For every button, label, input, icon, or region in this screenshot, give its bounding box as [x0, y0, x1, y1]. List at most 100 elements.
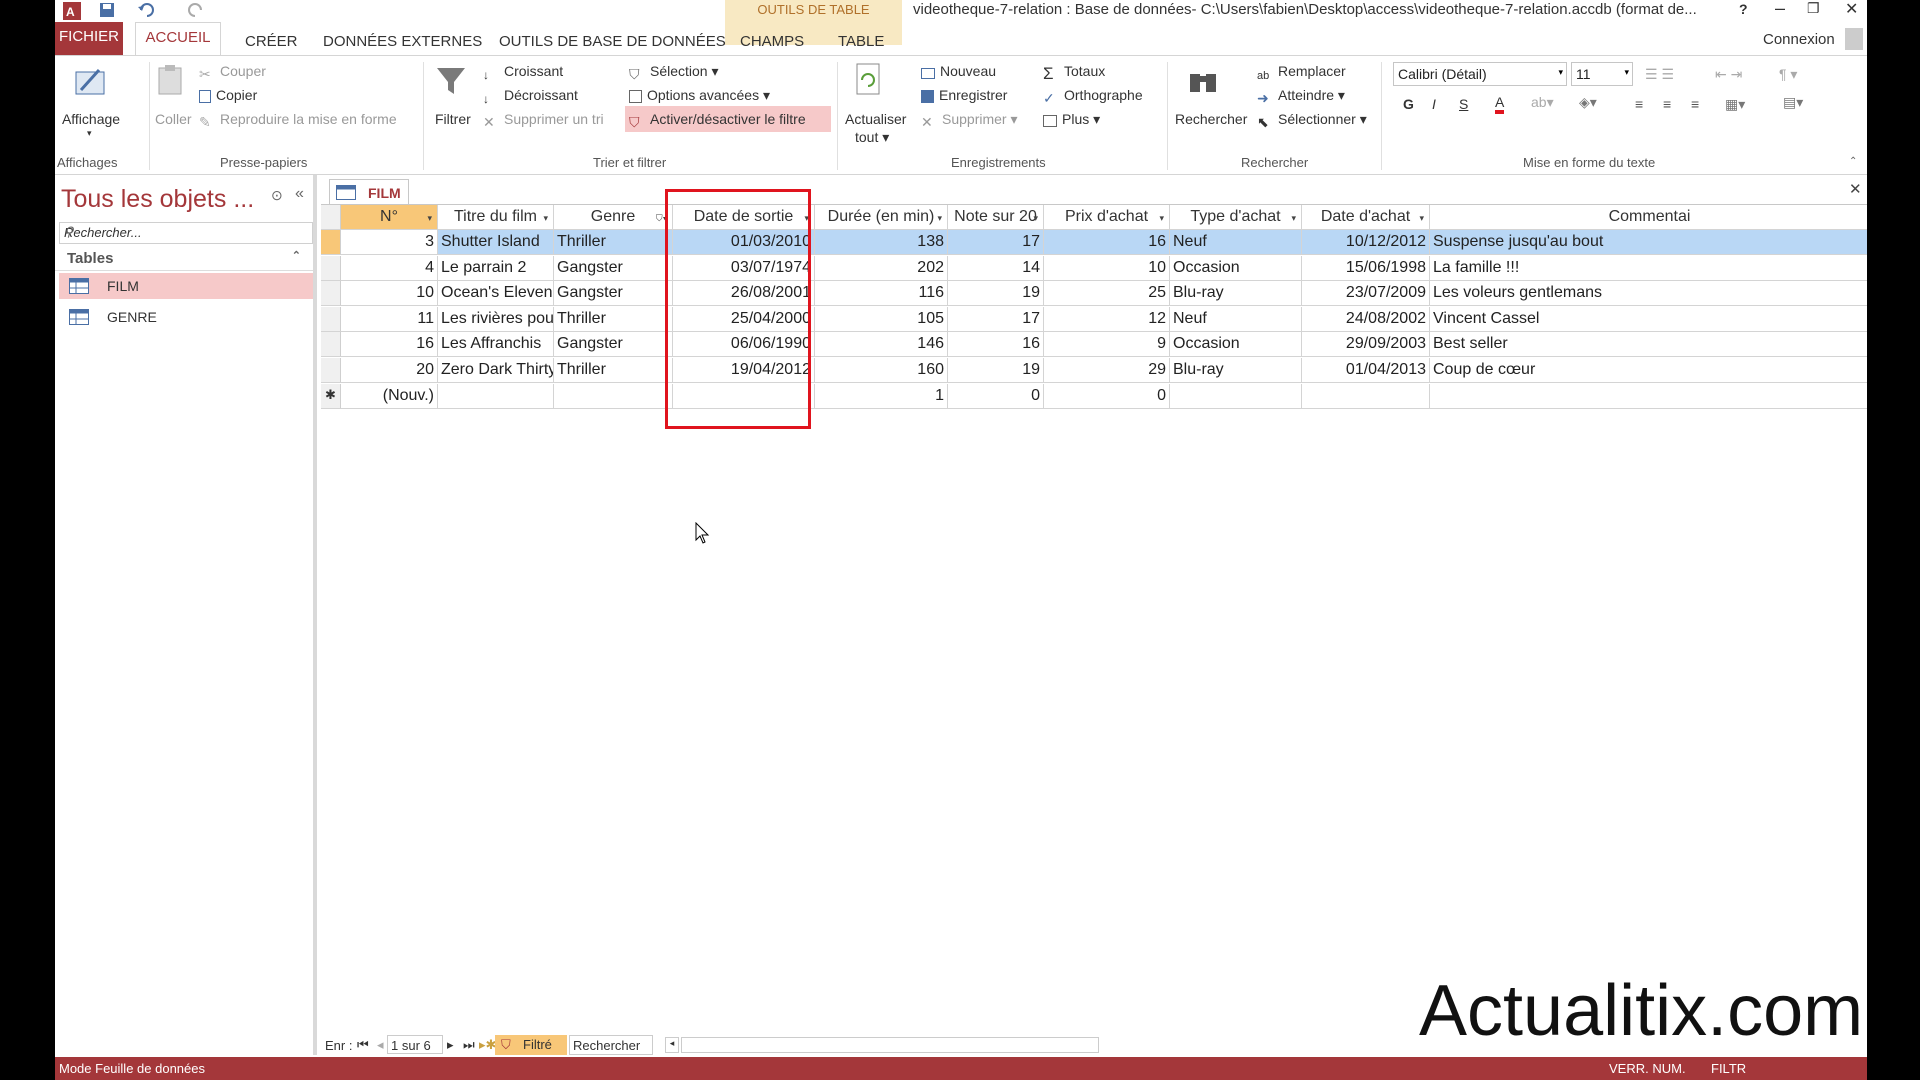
row-selector[interactable] — [321, 255, 341, 281]
record-position-input[interactable]: 1 sur 6 — [387, 1035, 443, 1054]
table-cell[interactable]: Blu-ray — [1170, 281, 1302, 307]
table-cell[interactable]: Ocean's Eleven — [438, 281, 554, 307]
undo-icon[interactable] — [137, 2, 155, 18]
nav-title[interactable]: Tous les objets ... — [61, 185, 254, 214]
bullets-icon[interactable]: ☰ ☰ — [1645, 66, 1674, 83]
enregistrer-button[interactable]: Enregistrer — [921, 87, 1007, 103]
table-cell[interactable]: 1 — [815, 383, 948, 409]
minimize-button[interactable]: – — [1775, 0, 1785, 19]
table-cell[interactable]: Gangster — [554, 332, 673, 358]
collapse-section-icon[interactable]: ⌃ — [292, 249, 301, 262]
column-dropdown-icon[interactable]: ▾ — [1419, 206, 1424, 229]
column-dropdown-icon[interactable]: ▾ — [427, 206, 432, 229]
table-cell[interactable]: Les Affranchis — [438, 332, 554, 358]
column-header[interactable]: Prix d'achat ▾ — [1044, 205, 1170, 230]
column-header[interactable]: Date d'achat ▾ — [1302, 205, 1430, 230]
first-record-icon[interactable]: ⏮ — [357, 1037, 369, 1053]
row-selector[interactable] — [321, 230, 341, 255]
italic-button[interactable]: I — [1432, 96, 1436, 112]
column-dropdown-icon[interactable]: ▾ — [1159, 206, 1164, 229]
supprimer-tri-button[interactable]: ✕ Supprimer un tri — [483, 111, 604, 130]
row-selector[interactable] — [321, 358, 341, 383]
table-cell[interactable]: 4 — [341, 255, 438, 281]
table-cell[interactable]: 9 — [1044, 332, 1170, 358]
scroll-left-icon[interactable]: ◂ — [665, 1037, 679, 1053]
column-header[interactable]: Note sur 20 ▾ — [948, 205, 1044, 230]
connexion-link[interactable]: Connexion — [1763, 31, 1835, 48]
column-dropdown-icon[interactable]: ▾ — [1033, 206, 1038, 229]
doc-tab-film[interactable]: FILM — [329, 179, 409, 205]
tab-outils-bdd[interactable]: OUTILS DE BASE DE DONNÉES — [499, 33, 726, 50]
restore-button[interactable]: ❐ — [1807, 0, 1820, 17]
selection-button[interactable]: ⛉ Sélection ▾ — [629, 63, 719, 82]
record-search-input[interactable]: Rechercher — [569, 1035, 653, 1055]
table-cell[interactable]: 29 — [1044, 358, 1170, 383]
table-cell[interactable]: 29/09/2003 — [1302, 332, 1430, 358]
table-cell[interactable]: 146 — [815, 332, 948, 358]
table-cell[interactable]: 20 — [341, 358, 438, 383]
table-cell[interactable]: Neuf — [1170, 230, 1302, 255]
row-selector[interactable] — [321, 332, 341, 358]
row-selector[interactable] — [321, 281, 341, 307]
tab-fichier[interactable]: FICHIER — [55, 22, 123, 55]
table-cell[interactable]: Suspense jusqu'au bout — [1430, 230, 1867, 255]
nav-search-input[interactable]: Rechercher... ⚲ — [59, 222, 313, 244]
font-color-icon[interactable]: A — [1495, 94, 1505, 114]
collapse-nav-icon[interactable]: « — [295, 185, 304, 203]
table-cell[interactable]: Blu-ray — [1170, 358, 1302, 383]
nav-item-film[interactable]: FILM — [59, 273, 313, 299]
plus-button[interactable]: Plus ▾ — [1043, 111, 1100, 128]
reproduire-button[interactable]: ✎ Reproduire la mise en forme — [199, 111, 397, 130]
table-cell[interactable]: Neuf — [1170, 306, 1302, 332]
table-cell[interactable]: 138 — [815, 230, 948, 255]
actualiser-button[interactable]: Actualiser — [845, 111, 906, 127]
column-dropdown-icon[interactable]: ▾ — [937, 206, 942, 229]
rechercher-button[interactable]: Rechercher — [1175, 111, 1247, 127]
alternate-row-color-icon[interactable]: ▤▾ — [1783, 94, 1803, 111]
search-icon[interactable]: ⚲ — [64, 224, 308, 240]
table-cell[interactable]: (Nouv.) — [341, 383, 438, 409]
table-cell[interactable]: Best seller — [1430, 332, 1867, 358]
last-record-icon[interactable]: ⏭ — [463, 1037, 475, 1053]
table-cell[interactable]: Le parrain 2 — [438, 255, 554, 281]
column-header[interactable]: Commentai — [1430, 205, 1867, 230]
bold-button[interactable]: G — [1403, 96, 1414, 112]
table-cell[interactable]: 14 — [948, 255, 1044, 281]
table-cell[interactable]: 116 — [815, 281, 948, 307]
column-header[interactable]: Type d'achat ▾ — [1170, 205, 1302, 230]
user-avatar[interactable] — [1845, 28, 1863, 50]
table-cell[interactable]: Thriller — [554, 358, 673, 383]
table-cell[interactable]: 0 — [948, 383, 1044, 409]
nav-item-genre[interactable]: GENRE — [59, 304, 313, 330]
table-cell[interactable]: 0 — [1044, 383, 1170, 409]
table-cell[interactable]: 19 — [948, 358, 1044, 383]
table-cell[interactable]: La famille !!! — [1430, 256, 1867, 281]
selectionner-button[interactable]: ⬉ Sélectionner ▾ — [1257, 111, 1367, 130]
table-cell[interactable]: 24/08/2002 — [1302, 306, 1430, 332]
table-cell[interactable]: Shutter Island — [438, 230, 554, 255]
table-cell[interactable]: 15/06/1998 — [1302, 255, 1430, 281]
indent-icon[interactable]: ⇤ ⇥ — [1715, 66, 1742, 83]
table-cell[interactable]: 16 — [1044, 230, 1170, 255]
options-avancees-button[interactable]: Options avancées ▾ — [629, 87, 770, 104]
column-dropdown-icon[interactable]: ▾ — [1291, 206, 1296, 229]
close-doc-icon[interactable]: ✕ — [1849, 180, 1862, 198]
coller-button[interactable]: Coller — [155, 111, 192, 127]
table-cell[interactable]: Thriller — [554, 306, 673, 332]
table-cell[interactable]: 160 — [815, 358, 948, 383]
tab-donnees-externes[interactable]: DONNÉES EXTERNES — [323, 33, 482, 50]
table-cell[interactable]: 16 — [948, 332, 1044, 358]
decroissant-button[interactable]: ↓ Décroissant — [483, 87, 578, 108]
tout-label[interactable]: tout ▾ — [855, 129, 889, 146]
font-size-select[interactable]: 11 ▾ — [1571, 62, 1633, 86]
nav-section-tables[interactable]: Tables ⌃ — [55, 247, 313, 271]
table-cell[interactable]: 10/12/2012 — [1302, 230, 1430, 255]
align-right-icon[interactable]: ≡ — [1691, 96, 1699, 112]
table-cell[interactable]: 12 — [1044, 306, 1170, 332]
close-button[interactable]: ✕ — [1845, 0, 1858, 19]
column-header[interactable]: Titre du film ▾ — [438, 205, 554, 230]
table-cell[interactable]: 17 — [948, 306, 1044, 332]
affichage-dropdown-icon[interactable]: ▾ — [87, 128, 92, 139]
table-cell[interactable]: 17 — [948, 230, 1044, 255]
paragraph-direction-icon[interactable]: ¶ ▾ — [1779, 66, 1797, 83]
